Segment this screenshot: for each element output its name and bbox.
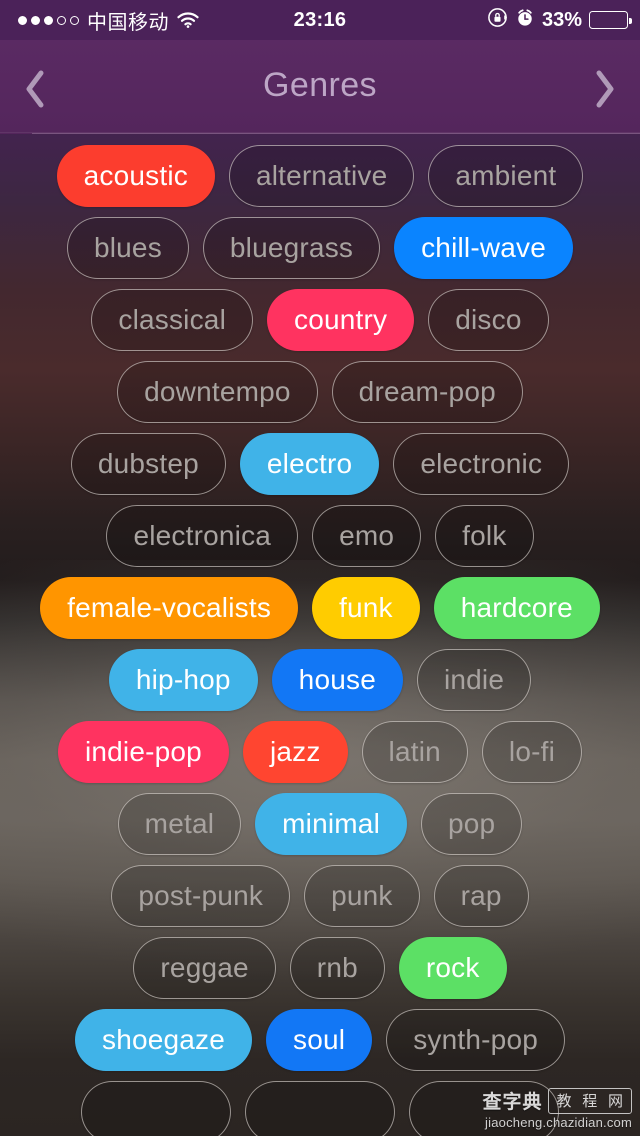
genre-tag-electronic[interactable]: electronic (393, 433, 570, 495)
genre-tag-funk[interactable]: funk (312, 577, 420, 639)
genre-tag-folk[interactable]: folk (435, 505, 534, 567)
nav-divider (32, 133, 640, 134)
genre-tag-female-vocalists[interactable]: female-vocalists (40, 577, 299, 639)
status-bar-center: 23:16 (294, 9, 347, 32)
signal-dot (57, 15, 66, 25)
genre-tag-rock[interactable]: rock (398, 937, 507, 999)
genre-tag-post-punk[interactable]: post-punk (111, 865, 291, 927)
genre-tag-acoustic[interactable]: acoustic (56, 145, 215, 207)
forward-button[interactable] (578, 64, 632, 118)
page-title: Genres (263, 66, 377, 104)
genre-tag-dream-pop[interactable]: dream-pop (331, 361, 523, 423)
genre-tag-minimal[interactable]: minimal (255, 793, 407, 855)
clock-time: 23:16 (293, 8, 347, 31)
genre-tag-hip-hop[interactable]: hip-hop (108, 649, 258, 711)
navigation-bar: Genres (0, 40, 640, 134)
genre-tag-ambient[interactable]: ambient (428, 145, 584, 207)
signal-dot (44, 15, 53, 25)
genre-tag[interactable] (81, 1081, 231, 1136)
battery-percent-label: 33% (541, 8, 582, 31)
genre-tag-electro[interactable]: electro (239, 433, 380, 495)
signal-strength-dots (18, 15, 79, 25)
signal-dot (18, 15, 27, 25)
genre-tag-hardcore[interactable]: hardcore (433, 577, 600, 639)
tag-row: downtempo dream-pop (0, 356, 640, 428)
carrier-label: 中国移动 (87, 11, 169, 34)
genre-tag-emo[interactable]: emo (312, 505, 422, 567)
genre-tag-downtempo[interactable]: downtempo (117, 361, 318, 423)
genre-tag-bluegrass[interactable]: bluegrass (202, 217, 381, 279)
genre-tag-dubstep[interactable]: dubstep (70, 433, 226, 495)
status-bar-right: 33% (346, 7, 632, 33)
tag-row (0, 1076, 640, 1136)
genre-tag-electronica[interactable]: electronica (106, 505, 299, 567)
genre-tag-indie[interactable]: indie (416, 649, 532, 711)
signal-dot (70, 15, 79, 25)
genre-tag-house[interactable]: house (271, 649, 403, 711)
tag-row: classical country disco (0, 284, 640, 356)
genre-tag-rnb[interactable]: rnb (289, 937, 385, 999)
tag-row: metal minimal pop (0, 788, 640, 860)
genre-tag-reggae[interactable]: reggae (133, 937, 276, 999)
battery-icon (589, 11, 632, 29)
status-bar-left: 中国移动 (12, 6, 294, 35)
rotation-lock-icon (487, 7, 508, 33)
app-root: 中国移动 23:16 33% Genres acoustic alternati… (0, 0, 640, 1136)
status-bar: 中国移动 23:16 33% (0, 0, 640, 40)
tag-row: shoegaze soul synth-pop (0, 1004, 640, 1076)
genre-tag-lo-fi[interactable]: lo-fi (481, 721, 583, 783)
tag-row: female-vocalists funk hardcore (0, 572, 640, 644)
tag-row: acoustic alternative ambient (0, 140, 640, 212)
genre-tag-soul[interactable]: soul (266, 1009, 373, 1071)
tag-row: electronica emo folk (0, 500, 640, 572)
genre-tag-rap[interactable]: rap (433, 865, 529, 927)
genre-tag-synth-pop[interactable]: synth-pop (386, 1009, 565, 1071)
tag-row: blues bluegrass chill-wave (0, 212, 640, 284)
genre-tag-cloud: acoustic alternative ambient blues bluegrass… (0, 140, 640, 1136)
signal-dot (31, 15, 40, 25)
genre-tag-jazz[interactable]: jazz (242, 721, 348, 783)
tag-row: dubstep electro electronic (0, 428, 640, 500)
genre-tag-disco[interactable]: disco (428, 289, 549, 351)
genre-tag-shoegaze[interactable]: shoegaze (75, 1009, 253, 1071)
genre-tag[interactable] (409, 1081, 559, 1136)
wifi-icon (177, 12, 199, 28)
genre-tag-alternative[interactable]: alternative (228, 145, 415, 207)
tag-row: reggae rnb rock (0, 932, 640, 1004)
tag-row: hip-hop house indie (0, 644, 640, 716)
genre-tag-chill-wave[interactable]: chill-wave (394, 217, 574, 279)
genre-tag-punk[interactable]: punk (304, 865, 420, 927)
genre-tag-metal[interactable]: metal (117, 793, 242, 855)
alarm-clock-icon (515, 8, 535, 33)
genre-tag[interactable] (245, 1081, 395, 1136)
chevron-right-icon (593, 69, 617, 114)
genre-tag-classical[interactable]: classical (91, 289, 253, 351)
tag-row: post-punk punk rap (0, 860, 640, 932)
genre-tag-pop[interactable]: pop (421, 793, 523, 855)
tag-row: indie-pop jazz latin lo-fi (0, 716, 640, 788)
genre-tag-latin[interactable]: latin (361, 721, 468, 783)
genre-tag-indie-pop[interactable]: indie-pop (57, 721, 229, 783)
genre-tag-country[interactable]: country (267, 289, 415, 351)
genre-tag-blues[interactable]: blues (66, 217, 189, 279)
